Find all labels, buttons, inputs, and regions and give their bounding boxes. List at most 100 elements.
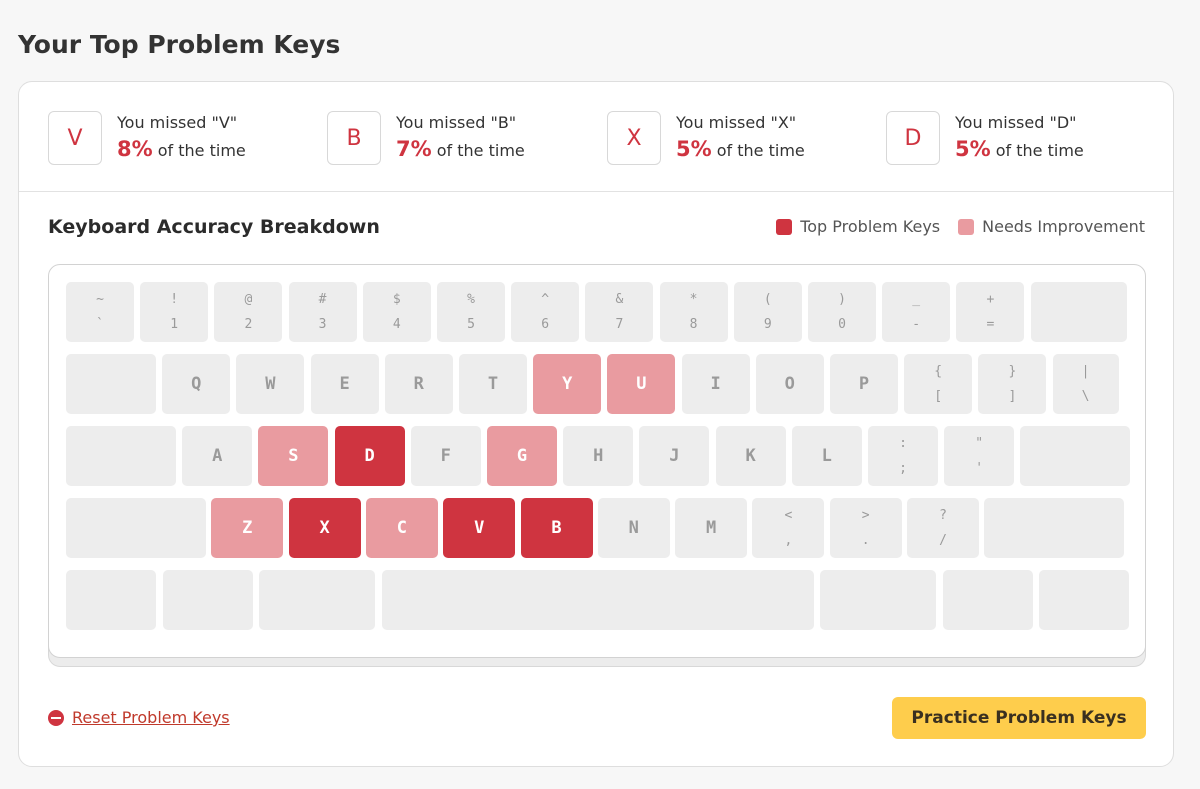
stat-label: You missed "D" — [955, 113, 1077, 132]
stat-value-line: 5% of the time — [676, 137, 805, 161]
key-shift-label: # — [318, 291, 327, 307]
key-base-label: / — [939, 532, 947, 548]
key: L — [791, 426, 862, 486]
key-label: D — [364, 446, 375, 466]
key-label: Y — [562, 374, 573, 394]
stat-label: You missed "V" — [117, 113, 238, 132]
key: $4 — [362, 282, 431, 342]
key-base-label: ' — [975, 460, 984, 476]
key-label: C — [396, 518, 408, 538]
key: G — [487, 426, 557, 486]
stat-value-line: 5% of the time — [955, 137, 1084, 161]
key-shift-label: : — [899, 435, 907, 451]
key-label: M — [705, 518, 717, 538]
key-base-label: ] — [1008, 388, 1017, 404]
key-shift-label: ^ — [541, 291, 550, 307]
key-base-label: 6 — [541, 316, 550, 332]
key-label: V — [474, 518, 485, 538]
key-base-label: 5 — [467, 316, 475, 332]
reset-link[interactable]: Reset Problem Keys — [48, 708, 230, 727]
key-shift-label: ( — [763, 291, 772, 307]
stat-suffix: of the time — [157, 141, 246, 160]
key: ! 1 — [140, 282, 209, 342]
stat-suffix: of the time — [995, 141, 1084, 160]
key: * 8 — [659, 282, 728, 342]
legend-label-top: Top Problem Keys — [800, 217, 941, 236]
key-label: A — [212, 446, 223, 466]
key-shift-label: { — [934, 363, 943, 379]
key — [66, 354, 156, 414]
key: J — [639, 426, 710, 486]
legend-top: Top Problem Keys — [776, 217, 940, 236]
key-base-label: , — [784, 532, 793, 548]
key — [984, 498, 1125, 558]
key — [1030, 282, 1127, 342]
minus-circle-icon — [48, 709, 64, 726]
key: W — [236, 354, 305, 414]
key: B — [520, 498, 593, 558]
key-label: G — [516, 446, 528, 466]
key: F — [410, 426, 481, 486]
legend: Top Problem Keys Needs Improvement — [776, 217, 1145, 236]
key-label: W — [265, 374, 276, 394]
legend-swatch-top — [776, 218, 793, 235]
key-shift-label: _ — [912, 291, 921, 307]
key: H — [563, 426, 634, 486]
key-label: Q — [191, 374, 202, 394]
key: K — [715, 426, 786, 486]
key-shift-label: ! — [170, 291, 179, 307]
key: @2 — [214, 282, 283, 342]
key: + = — [956, 282, 1025, 342]
reset-label: Reset Problem Keys — [72, 708, 230, 727]
key: % 5 — [437, 282, 505, 342]
stat-label: You missed "B" — [396, 113, 517, 132]
key: <, — [752, 498, 825, 558]
key-base-label: 9 — [763, 316, 772, 332]
key: " ' — [944, 426, 1015, 486]
key — [381, 570, 814, 630]
practice-button[interactable]: Practice Problem Keys — [892, 697, 1146, 739]
key: I — [681, 354, 750, 414]
stat-suffix: of the time — [436, 141, 525, 160]
key: S — [258, 426, 329, 486]
key-label: J — [669, 446, 680, 466]
key: {[ — [904, 354, 973, 414]
key-label: Z — [242, 518, 253, 538]
key: N — [597, 498, 670, 558]
key-base-label: 2 — [244, 316, 253, 332]
key: ? / — [907, 498, 979, 558]
key-label: R — [413, 374, 424, 394]
key-base-label: - — [912, 316, 921, 332]
key: Q — [162, 354, 231, 414]
breakdown-title: Keyboard Accuracy Breakdown — [48, 216, 380, 238]
key: X — [288, 498, 361, 558]
key: T — [459, 354, 527, 414]
key — [942, 570, 1033, 630]
key-base-label: \ — [1081, 388, 1090, 404]
key — [820, 570, 936, 630]
key-label: I — [710, 374, 721, 394]
key: ~ ` — [66, 282, 134, 342]
key-base-label: ; — [899, 460, 907, 476]
key-shift-label: < — [784, 507, 793, 523]
key: Y — [533, 354, 602, 414]
key-shift-label: & — [615, 291, 624, 307]
key-shift-label: | — [1081, 363, 1090, 379]
key: M — [675, 498, 748, 558]
key-base-label: 7 — [615, 316, 624, 332]
key-label: O — [784, 374, 795, 394]
stat-key: X — [607, 111, 661, 165]
stat-key: V — [48, 111, 102, 165]
key-base-label: 0 — [838, 316, 846, 332]
key-base-label: 3 — [318, 316, 327, 332]
key: E — [310, 354, 379, 414]
stat-key: B — [327, 111, 381, 165]
stat-percent: 5% — [955, 137, 991, 161]
stat-item: X You missed "X" 5% of the time — [607, 111, 867, 167]
stat-item: V You missed "V" 8% of the time — [48, 111, 308, 167]
key-label: U — [636, 374, 647, 394]
key: O — [755, 354, 824, 414]
key-label: K — [745, 446, 756, 466]
key: ^ 6 — [511, 282, 580, 342]
stat-label: You missed "X" — [676, 113, 797, 132]
